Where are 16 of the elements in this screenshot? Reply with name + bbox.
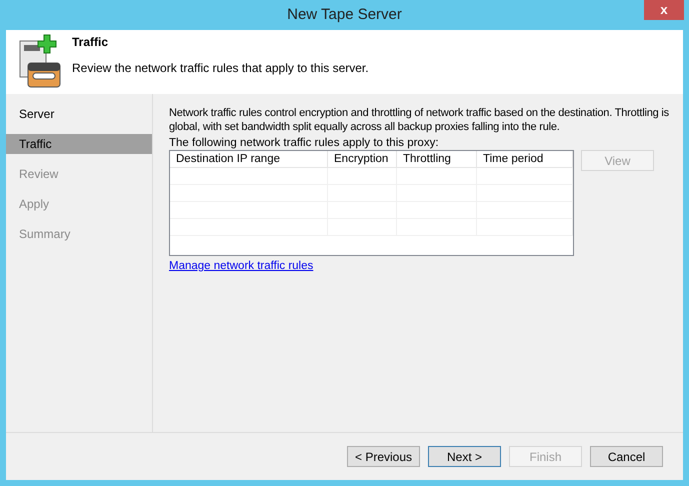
window-title: New Tape Server <box>287 4 402 25</box>
header-title: Traffic <box>72 34 110 51</box>
column-header[interactable]: Encryption <box>328 151 397 167</box>
table-label: The following network traffic rules apply to this proxy: <box>169 136 440 150</box>
wizard-button[interactable]: Cancel <box>590 446 663 467</box>
column-header[interactable]: Destination IP range <box>170 151 328 167</box>
close-button[interactable]: x <box>644 0 684 20</box>
step-item[interactable]: Server <box>6 104 152 124</box>
header-subtitle: Review the network traffic rules that apply to this server. <box>72 60 369 77</box>
step-item[interactable]: Traffic <box>6 134 152 154</box>
description-text: Network traffic rules control encryption and throttling of network traffic based on the destination. Throttling is global, with set bandwidth split equally across all backup proxies falling into the rule. <box>169 106 669 134</box>
column-header[interactable]: Time period <box>477 151 573 167</box>
wizard-button[interactable]: < Previous <box>347 446 420 467</box>
column-header[interactable]: Throttling <box>397 151 477 167</box>
manage-rules-link[interactable]: Manage network traffic rules <box>169 258 314 276</box>
wizard-button[interactable]: Next > <box>428 446 501 467</box>
